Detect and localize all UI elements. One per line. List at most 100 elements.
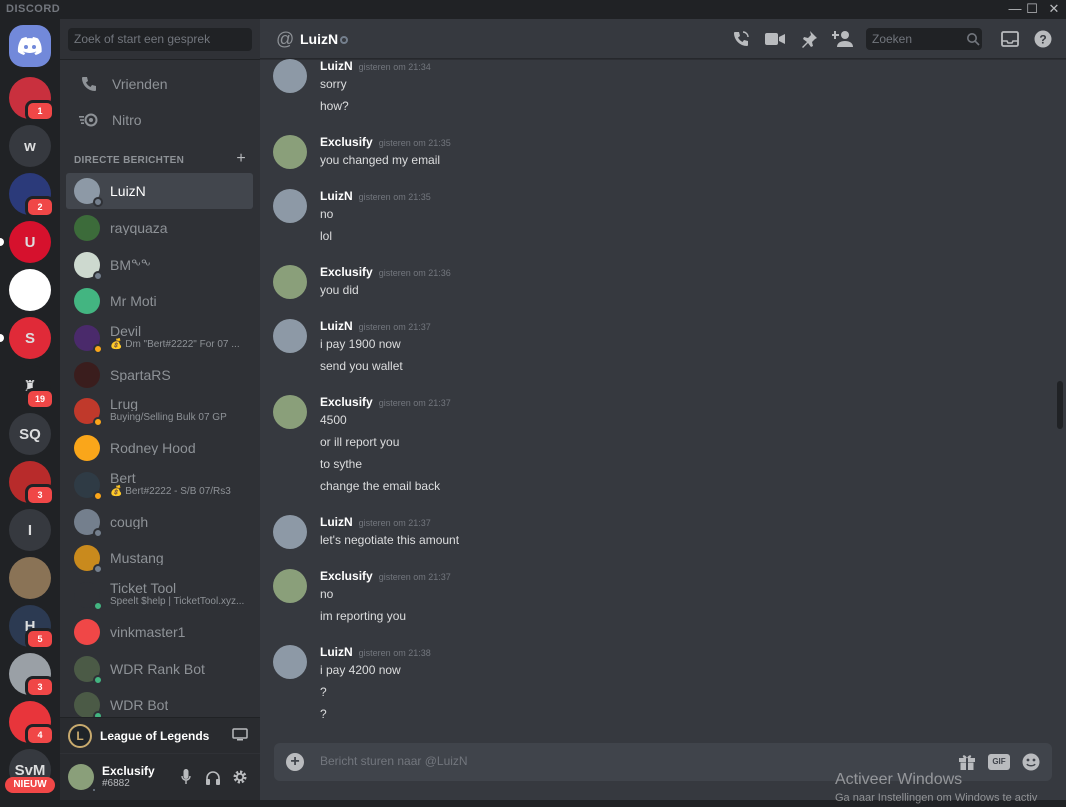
avatar[interactable] (273, 59, 307, 93)
mention-badge: 1 (25, 100, 55, 122)
chat-scrollbar[interactable] (1056, 59, 1064, 739)
server-label: I (27, 521, 33, 539)
dm-item[interactable]: Bert 💰 Bert#2222 - S/B 07/Rs3 (66, 467, 253, 503)
avatar[interactable] (273, 645, 307, 679)
server-chess[interactable]: ♜ 19 (9, 365, 55, 410)
message-author[interactable]: LuizN (320, 319, 353, 333)
server-i[interactable]: I (9, 509, 51, 551)
add-friend-icon[interactable] (832, 29, 854, 49)
avatar[interactable] (273, 265, 307, 299)
status-dot (91, 787, 97, 793)
server-sq[interactable]: SQ (9, 413, 51, 455)
message-group: Exclusify gisteren om 21:36 you did (272, 265, 1032, 303)
message-author-row: Exclusify gisteren om 21:37 (320, 395, 451, 409)
pin-icon[interactable] (798, 29, 820, 49)
maximize-button[interactable]: ☐ (1022, 1, 1042, 17)
dm-item[interactable]: WDR Rank Bot (66, 651, 253, 687)
dm-item[interactable]: cough (66, 504, 253, 540)
create-dm-icon[interactable]: + (236, 150, 246, 168)
dm-item[interactable]: Mr Moti (66, 283, 253, 319)
message-group: LuizN gisteren om 21:35 no lol (272, 189, 1032, 249)
message-text: ? (320, 685, 327, 699)
server-bull[interactable] (9, 269, 51, 311)
video-icon[interactable] (764, 29, 786, 49)
search-icon (962, 29, 984, 49)
dm-item[interactable]: BMᖕᖕ (66, 247, 253, 283)
avatar[interactable] (273, 189, 307, 223)
server-monkey[interactable] (9, 557, 51, 599)
message-text: i pay 1900 now (320, 337, 401, 351)
server-crown[interactable]: 2 (9, 173, 55, 218)
avatar[interactable] (273, 319, 307, 353)
gif-button[interactable]: GIF (988, 752, 1010, 772)
avatar (74, 398, 103, 427)
settings-gear-icon[interactable] (232, 768, 248, 786)
dm-item[interactable]: Ticket Tool Speelt $help | TicketTool.xyz… (66, 577, 253, 613)
avatar[interactable] (273, 515, 307, 549)
server-plug[interactable]: 4 (9, 701, 55, 746)
server-1[interactable]: 1 (9, 77, 55, 122)
server-list: 1 w 2 U S ♜ 19 SQ 3 I H 5 3 4 SvM NIEUW (0, 19, 60, 800)
composer-placeholder[interactable]: Bericht sturen naar @LuizN (320, 754, 468, 768)
dm-activity: Speelt $help | TicketTool.xyz... (110, 596, 245, 607)
emoji-icon[interactable] (1022, 752, 1040, 772)
microphone-icon[interactable] (178, 768, 194, 786)
upload-plus-icon[interactable]: + (286, 753, 304, 771)
message-text: 4500 (320, 413, 347, 427)
message-text: or ill report you (320, 435, 400, 449)
user-name: Exclusify (102, 763, 155, 778)
server-h[interactable]: H5 (9, 605, 55, 650)
nav-nitro[interactable]: Nitro (68, 103, 252, 137)
server-u[interactable]: U (0, 221, 51, 263)
close-button[interactable]: ✕ (1044, 1, 1064, 17)
call-icon[interactable] (730, 29, 752, 49)
dm-item[interactable]: rayquaza (66, 210, 253, 246)
dm-name: Bert (110, 472, 136, 485)
message-author[interactable]: LuizN (320, 189, 353, 203)
message-group: Exclusify gisteren om 21:35 you changed my… (272, 135, 1032, 173)
scrollbar-thumb[interactable] (1057, 381, 1063, 429)
dm-item[interactable]: SpartaRS (66, 357, 253, 393)
server-w[interactable]: w (9, 125, 51, 167)
avatar[interactable] (68, 764, 97, 793)
dm-item[interactable]: vinkmaster1 (66, 614, 253, 650)
avatar[interactable] (273, 135, 307, 169)
gift-icon[interactable] (958, 752, 976, 772)
dm-search-input[interactable]: Zoek of start een gesprek (68, 28, 252, 51)
message-author[interactable]: Exclusify (320, 265, 373, 279)
game-name: League of Legends (100, 728, 210, 743)
avatar[interactable] (273, 569, 307, 603)
message-author[interactable]: Exclusify (320, 569, 373, 583)
message-author[interactable]: LuizN (320, 59, 353, 73)
server-s[interactable]: S (0, 317, 51, 359)
headphones-icon[interactable] (205, 768, 221, 786)
message-group: Exclusify gisteren om 21:37 4500 or ill rep… (272, 395, 1032, 499)
message-author[interactable]: Exclusify (320, 135, 373, 149)
avatar[interactable] (273, 395, 307, 429)
inbox-icon[interactable] (999, 29, 1021, 49)
message-text: let's negotiate this amount (320, 533, 460, 547)
message-author[interactable]: Exclusify (320, 395, 373, 409)
server-antes[interactable]: 3 (9, 461, 55, 506)
monitor-icon[interactable] (232, 728, 248, 747)
nav-friends-label: Vrienden (112, 76, 168, 92)
dm-item[interactable]: LuizN (66, 173, 253, 209)
message-author[interactable]: LuizN (320, 645, 353, 659)
dm-item[interactable]: Mustang (66, 540, 253, 576)
divider (60, 59, 260, 60)
help-icon[interactable]: ? (1032, 29, 1054, 49)
app-brand: DISCORD (6, 3, 61, 15)
watermark-title: Activeer Windows (835, 771, 963, 788)
dm-sidebar: Zoek of start een gesprek Vrienden Nitro… (60, 19, 260, 800)
nav-friends[interactable]: Vrienden (68, 67, 252, 101)
message-author[interactable]: LuizN (320, 515, 353, 529)
dm-item[interactable]: Rodney Hood (66, 430, 253, 466)
chat-area: @ LuizN Zoeken ? LuizN gisteren om 21:34 s… (260, 19, 1066, 800)
server-skull[interactable]: 3 (9, 653, 55, 698)
dm-item[interactable]: Devil 💰 Dm "Bert#2222" For 07 ... (66, 320, 253, 356)
status-dot (93, 528, 103, 538)
home-button[interactable] (9, 25, 51, 67)
watermark-subtitle: Ga naar Instellingen om Windows te activ (835, 792, 1038, 804)
dm-item[interactable]: Lrug Buying/Selling Bulk 07 GP (66, 393, 253, 429)
message-timestamp: gisteren om 21:35 (358, 192, 431, 202)
